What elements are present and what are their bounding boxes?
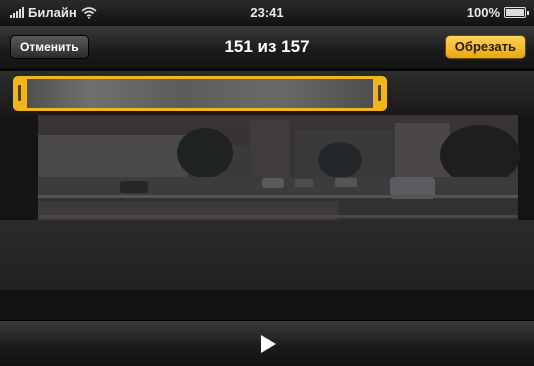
trim-range-frame[interactable] — [13, 76, 387, 111]
video-frame — [0, 115, 534, 320]
status-right: 100% — [466, 5, 529, 20]
status-time: 23:41 — [250, 5, 284, 20]
status-bar: Билайн 23:41 100% — [0, 0, 534, 26]
bottom-toolbar — [0, 320, 534, 366]
battery-percent: 100% — [466, 5, 500, 20]
play-icon[interactable] — [258, 333, 278, 355]
battery-icon — [504, 7, 529, 18]
trim-end-handle[interactable] — [373, 76, 387, 111]
nav-bar: Отменить 151 из 157 Обрезать — [0, 26, 534, 70]
trim-start-handle[interactable] — [13, 76, 27, 111]
video-image — [0, 115, 534, 320]
trim-scrubber-area — [0, 71, 534, 115]
trim-button[interactable]: Обрезать — [444, 35, 526, 59]
